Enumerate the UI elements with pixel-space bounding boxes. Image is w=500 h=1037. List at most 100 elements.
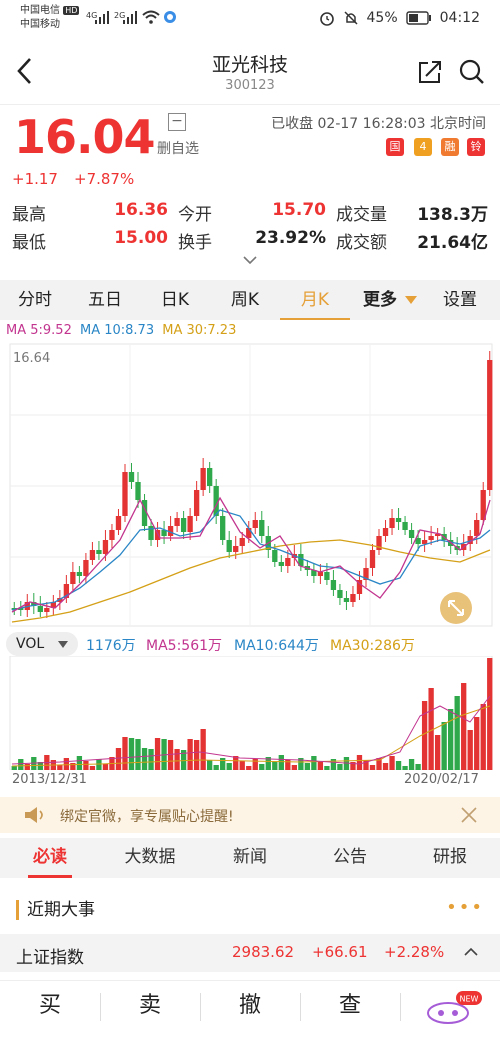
volume-bar [480,704,486,770]
stat-amount-value: 21.64亿 [417,233,488,253]
remove-watchlist-icon[interactable]: − [168,113,186,131]
volume-chart[interactable] [0,656,500,770]
volume-bar [389,756,395,770]
volume-bar [441,722,447,770]
more-options-icon[interactable]: ••• [446,897,484,918]
alert-bell-icon[interactable]: 铃 [467,138,485,156]
separator [400,993,401,1021]
volume-bar [382,763,389,770]
cancel-order-button[interactable]: 撤 [200,981,300,1037]
buy-button[interactable]: 买 [0,981,100,1037]
close-icon[interactable] [460,806,478,824]
stat-low-value: 15.00 [114,228,168,248]
header: 亚光科技 300123 [0,40,500,100]
candle [350,594,356,602]
volume-bar [115,748,122,770]
tab-must-read[interactable]: 必读 [0,838,100,878]
candle [278,562,284,566]
candle [44,608,50,612]
volume-bar [474,717,480,770]
tab-intraday[interactable]: 分时 [0,280,70,320]
candle [102,540,109,554]
volume-bar [454,696,460,770]
volume-bar [89,766,96,770]
volume-bar [128,738,135,770]
candle [115,516,122,530]
sell-button[interactable]: 卖 [100,981,200,1037]
index-value: 2983.62 [232,943,295,961]
candle [200,468,206,490]
stat-high-value: 16.36 [114,200,168,220]
tab-monthly-k[interactable]: 月K [280,280,350,320]
news-tab-bar: 必读 大数据 新闻 公告 研报 [0,838,500,878]
volume-bar [148,749,154,770]
index-ticker[interactable]: 上证指数 2983.62 +66.61 +2.28% [0,934,500,972]
kline-chart[interactable]: 16.64 [0,340,500,630]
candle [317,572,324,576]
tab-research[interactable]: 研报 [400,838,500,876]
candle [83,560,89,576]
volume-bar [434,735,441,770]
follow-banner[interactable]: 绑定官微，享专属贴心提醒! [0,797,500,833]
volume-bar [18,759,24,770]
stat-high-label: 最高 [12,205,46,225]
candle [272,550,278,562]
volume-bar [402,766,408,770]
remove-watchlist-label[interactable]: 删自选 [157,138,199,158]
app-screen: 中国电信 HD 中国移动 4G 2G 45% 04:12 亚光科技 300123… [0,0,500,1037]
volume-bar [11,766,17,770]
more-dropdown-icon[interactable] [405,296,417,304]
candle [122,472,128,516]
chart-top-price-label: 16.64 [13,351,50,366]
query-button[interactable]: 查 [300,981,400,1037]
candle [337,590,343,598]
app-notification-icon [164,11,176,23]
tab-settings[interactable]: 设置 [430,280,490,320]
candle [285,558,291,566]
stat-volume-value: 138.3万 [417,205,488,225]
volume-bar [421,701,428,770]
status-right: 45% 04:12 [319,10,480,26]
volume-bar [220,758,226,770]
fullscreen-icon[interactable] [440,592,472,624]
volume-bar [213,765,219,770]
candle [96,550,102,554]
carrier-2: 中国移动 [20,19,60,30]
china-flag-icon: 国 [386,138,404,156]
robot-assistant-icon[interactable]: NEW [418,989,484,1027]
volume-bar [239,761,245,770]
candle [193,490,200,516]
lightning-tag-icon: 4 [414,138,432,156]
candle [252,520,258,528]
stat-turnover-label: 换手 [178,233,212,253]
candle [343,598,350,602]
collapse-chevron-icon[interactable] [464,947,478,957]
volume-bar [324,766,330,770]
tab-weekly-k[interactable]: 周K [210,280,280,320]
chart-start-date: 2013/12/31 [12,772,87,787]
search-icon[interactable] [458,58,486,86]
tab-five-day[interactable]: 五日 [70,280,140,320]
candle [369,550,376,568]
tab-daily-k[interactable]: 日K [140,280,210,320]
vol-indicator-button[interactable]: VOL [6,632,78,656]
tab-news[interactable]: 新闻 [200,838,300,876]
expand-chevron-icon[interactable] [242,254,258,266]
tab-big-data[interactable]: 大数据 [100,838,200,876]
tab-announcements[interactable]: 公告 [300,838,400,876]
candle [37,606,43,612]
share-icon[interactable] [416,58,444,86]
candle [220,516,226,540]
candle [408,530,415,538]
ma30-label: MA 30:7.23 [162,323,237,338]
volume-bar [356,755,363,770]
volume-bar [207,760,213,770]
tab-more[interactable]: 更多 [355,280,405,320]
current-price: 16.04 [14,110,156,164]
volume-bar [57,765,63,770]
candle [207,468,213,486]
alarm-icon [319,12,334,26]
index-change-pct: +2.28% [384,943,445,961]
ma10-label: MA 10:8.73 [79,323,155,338]
volume-bar [226,763,232,770]
